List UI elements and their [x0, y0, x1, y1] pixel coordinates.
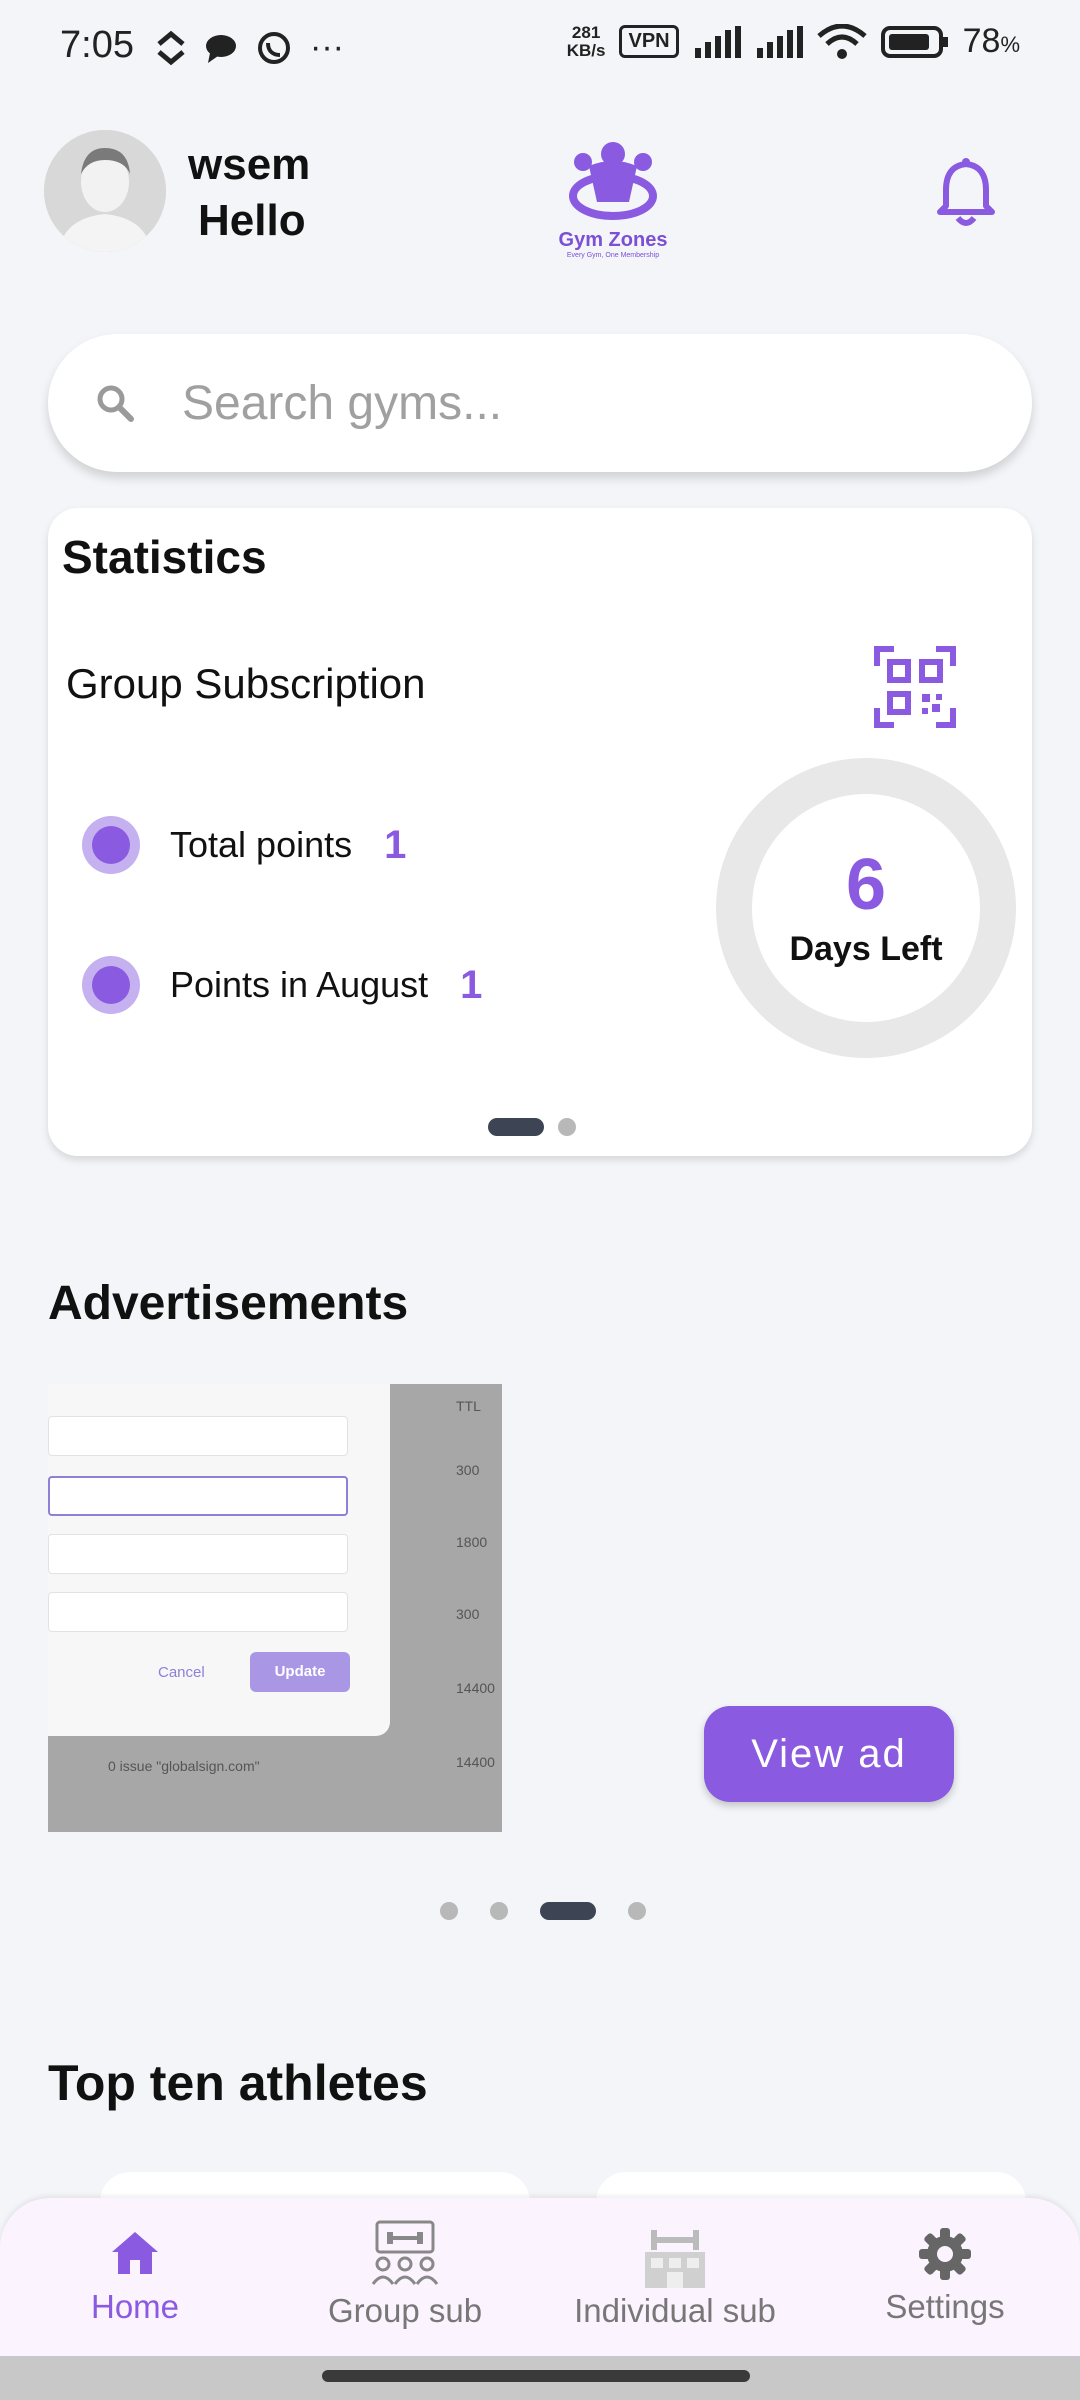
- monthly-points-value: 1: [460, 962, 483, 1007]
- days-left-label: Days Left: [789, 930, 943, 968]
- ad-preview-field: [48, 1416, 348, 1456]
- nav-group-sub[interactable]: Group sub: [270, 2198, 540, 2356]
- pager-dot[interactable]: [540, 1902, 596, 1920]
- home-indicator[interactable]: [322, 2370, 750, 2382]
- ad-preview-value: 14400: [456, 1754, 495, 1770]
- signal-icon: [694, 25, 741, 58]
- total-points-label: Total points: [170, 824, 353, 865]
- top-athletes-title: Top ten athletes: [48, 2055, 428, 2111]
- nav-individual-sub[interactable]: Individual sub: [540, 2198, 810, 2356]
- ad-preview-value: 14400: [456, 1680, 495, 1696]
- ad-banner-image[interactable]: Cancel Update TTL 300 1800 300 14400 144…: [48, 1384, 502, 1832]
- ad-preview-field: [48, 1592, 348, 1632]
- search-bar[interactable]: [48, 334, 1032, 472]
- nav-group-sub-label: Group sub: [327, 2292, 483, 2329]
- search-icon: [97, 385, 134, 422]
- logo-subtitle: Every Gym, One Membership: [566, 252, 660, 259]
- total-points-value: 1: [384, 822, 407, 867]
- ad-preview-value: 300: [456, 1462, 480, 1478]
- avatar[interactable]: [44, 130, 166, 252]
- ad-preview-field: [48, 1476, 348, 1516]
- days-left-number: 6: [845, 845, 887, 925]
- status-time: 7:05: [60, 24, 134, 66]
- statistics-title: Statistics: [62, 531, 267, 583]
- nav-settings[interactable]: Settings: [810, 2198, 1080, 2356]
- ad-preview-value: 1800: [456, 1534, 488, 1550]
- ads-pager[interactable]: [440, 1902, 646, 1920]
- statistics-pager[interactable]: [488, 1118, 576, 1136]
- nav-settings-label: Settings: [885, 2288, 1005, 2325]
- bullet-icon: [82, 816, 140, 874]
- network-speed: 281 KB/s: [566, 22, 606, 60]
- nav-individual-sub-label: Individual sub: [574, 2292, 776, 2329]
- chat-icon: [206, 34, 236, 63]
- bullet-icon: [82, 956, 140, 1014]
- advertisements-title: Advertisements: [48, 1277, 409, 1330]
- wifi-icon: [816, 23, 867, 59]
- statistics-card[interactable]: Statistics Group Subscription Total poin…: [48, 508, 1032, 1156]
- greeting-text: Hello: [198, 196, 306, 245]
- search-input[interactable]: [182, 334, 982, 472]
- nav-home-label: Home: [90, 2288, 180, 2325]
- ad-preview-value: 300: [456, 1606, 480, 1622]
- more-notifications-icon: ···: [310, 28, 344, 66]
- gear-icon: [919, 2228, 971, 2280]
- user-name: wsem: [188, 140, 311, 189]
- pager-dot[interactable]: [558, 1118, 576, 1136]
- ad-preview-column-header: TTL: [456, 1398, 481, 1414]
- gym-building-icon: [645, 2230, 705, 2288]
- view-ad-button[interactable]: View ad: [704, 1706, 954, 1802]
- ad-preview-field: [48, 1534, 348, 1574]
- subscription-type: Group Subscription: [66, 660, 426, 707]
- nav-home[interactable]: Home: [0, 2198, 270, 2356]
- data-sync-icon: [157, 30, 185, 65]
- total-points-row: Total points 1: [82, 816, 406, 874]
- battery-icon: [880, 25, 948, 58]
- ad-preview-note: 0 issue "globalsign.com": [108, 1758, 260, 1774]
- pager-dot[interactable]: [628, 1902, 646, 1920]
- days-left-ring: 6 Days Left: [716, 758, 1016, 1058]
- notifications-button[interactable]: [936, 158, 996, 228]
- bell-icon: [937, 158, 995, 226]
- pager-dot[interactable]: [440, 1902, 458, 1920]
- group-gym-icon: [371, 2220, 439, 2285]
- pager-dot[interactable]: [488, 1118, 544, 1136]
- signal-icon-2: [756, 25, 803, 58]
- ad-preview-cancel: Cancel: [158, 1664, 205, 1681]
- bottom-navigation: Home Group sub Individual sub Settings: [0, 2198, 1080, 2356]
- user-avatar-icon: [44, 130, 166, 252]
- ad-preview-dialog: Cancel Update: [48, 1384, 390, 1736]
- qr-code-icon[interactable]: [874, 646, 956, 728]
- status-bar: 7:05 ··· 281 KB/s VPN 78%: [0, 0, 1080, 100]
- vpn-badge: VPN: [619, 25, 679, 58]
- logo-title: Gym Zones: [558, 229, 668, 251]
- home-icon: [112, 2232, 158, 2274]
- monthly-points-row: Points in August 1: [82, 956, 482, 1014]
- ad-preview-update: Update: [250, 1652, 350, 1692]
- whatsapp-icon: [258, 31, 290, 64]
- pager-dot[interactable]: [490, 1902, 508, 1920]
- gym-logo-icon: [569, 142, 657, 220]
- battery-percent: 78%: [962, 22, 1020, 60]
- app-logo: Gym Zones Every Gym, One Membership: [548, 132, 678, 260]
- monthly-points-label: Points in August: [170, 964, 429, 1005]
